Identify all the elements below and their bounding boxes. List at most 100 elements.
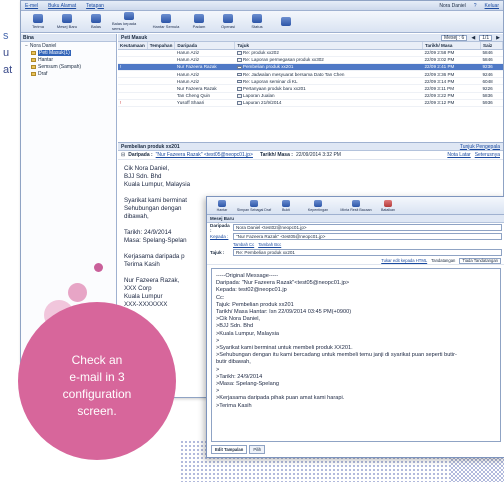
col-reservation[interactable]: Tempahan <box>147 42 176 50</box>
next-page-icon[interactable]: ▶ <box>496 35 500 41</box>
compose-body-line: >Masa: Spelang-Spelang <box>216 381 279 388</box>
compose-body-line: -----Original Message----- <box>216 273 279 279</box>
reservation-cell <box>147 56 175 64</box>
reply-all-button[interactable]: Balas kepada semua <box>112 12 146 31</box>
size-cell: 9226 <box>480 84 503 93</box>
subject-cell: Lapuran 21/9/2014 <box>234 99 423 108</box>
priority-cell: ! <box>118 63 148 72</box>
new-message-button[interactable]: Mesej Baru <box>54 12 80 31</box>
folder-icon <box>31 50 36 55</box>
col-size[interactable]: Saiz <box>480 42 503 50</box>
compose-toolbar: Hantar Simpan Sebagai Draf Bukti Kepenti… <box>207 197 504 215</box>
user-name: Nora Daniel <box>439 2 466 9</box>
compose-icon <box>62 14 72 23</box>
col-subject[interactable]: Tajuk <box>234 42 423 50</box>
minus-icon: − <box>25 42 28 49</box>
nav-settings[interactable]: Tetapan <box>86 3 104 9</box>
tab-preview[interactable]: Pilih <box>249 445 266 454</box>
sidebar-item-drafts[interactable]: Draf <box>21 70 116 77</box>
compose-to-row: Kepada : "Nur Fazeera Razak" <test05@neo… <box>207 232 504 241</box>
save-draft-button[interactable]: Simpan Sebagai Draf <box>236 198 272 214</box>
forward-button[interactable]: Hantar Semula <box>149 12 183 31</box>
search-button[interactable] <box>273 12 299 31</box>
table-row[interactable]: Harun Aziz Re: Laporan seminar di KL 22/09… <box>118 77 503 86</box>
compose-body-textarea[interactable]: -----Original Message----- Daripada: "Nur… <box>211 268 501 442</box>
col-date[interactable]: Tarikh/ Masa <box>422 42 481 50</box>
table-row[interactable]: Tan Cheng Quin Laporan Jualan 22/09 3:22 P… <box>118 92 503 100</box>
inbox-header: Peti Masuk Mesej : 6 ◀ 1/1 ▶ <box>118 34 503 42</box>
envelope-icon <box>236 101 242 105</box>
compose-body-line: Cc: <box>216 294 225 301</box>
logout-link[interactable]: Keluar <box>485 3 499 9</box>
view-select[interactable]: Mesej : 6 <box>441 34 468 41</box>
account-root[interactable]: − Nora Daniel <box>21 42 116 49</box>
show-header-link[interactable]: Tunjuk Pengepala <box>460 144 500 150</box>
next-message-link[interactable]: Seterusnya <box>475 152 500 158</box>
add-bcc-link[interactable]: Tambah Bcc <box>258 242 281 247</box>
status-button[interactable]: Status <box>244 12 270 31</box>
delete-button[interactable]: Padam <box>186 12 212 31</box>
table-row[interactable]: Nur Fazeera Razak Pertanyaan produk baru … <box>118 84 503 93</box>
prev-page-icon[interactable]: ◀ <box>471 35 475 41</box>
page-select[interactable]: 1/1 <box>479 34 493 41</box>
priority-button[interactable]: Kepentingan <box>300 198 336 214</box>
subject-cell: Re: Laporan permegasan produk xx302 <box>234 56 423 64</box>
operation-button[interactable]: Operasi <box>215 12 241 31</box>
priority-icon <box>314 199 322 207</box>
nav-address-book[interactable]: Buku Alamat <box>48 3 76 9</box>
subject-cell: Re: Jadwalan mesyuarat bersama Dato Tan … <box>234 70 423 79</box>
sidebar-item-inbox[interactable]: Peti Masuk(1) <box>21 49 116 56</box>
compose-to-label[interactable]: Kepada : <box>210 234 230 239</box>
folder-header: Bina <box>21 34 116 42</box>
col-priority[interactable]: Keutamaan <box>118 42 148 50</box>
table-row[interactable]: Harun Aziz Re: produk xx202 22/09 2:58 PM 5… <box>118 49 503 57</box>
receipt-icon <box>352 199 360 207</box>
nav-email[interactable]: E-mel <box>25 3 38 9</box>
reply-icon <box>91 14 101 23</box>
add-cc-link[interactable]: Tambah Cc <box>233 242 254 247</box>
compose-subject-label: Tajuk : <box>210 250 225 255</box>
sidebar-item-trash[interactable]: Semsum (Sampah) <box>21 63 116 70</box>
tab-edit[interactable]: Edit Tampalan <box>211 445 248 454</box>
from-address-link[interactable]: "Nur Fazeera Razak" <test05@neopc01.jp> <box>156 152 253 158</box>
date-cell: 22/09 3:02 PM <box>422 56 481 64</box>
delete-icon <box>194 14 204 23</box>
subject-cell: Re: Laporan seminar di KL <box>234 77 423 86</box>
compose-to-field[interactable]: "Nur Fazeera Razak" <test05@neopc01.jp> <box>233 233 502 240</box>
trash-icon <box>31 64 36 69</box>
compose-body-line: Daripada: "Nur Fazeera Razak"<test05@neo… <box>216 280 350 287</box>
prev-message-link[interactable]: Nota Latar <box>447 152 470 158</box>
date-value: 22/09/2014 3:32 PM <box>295 152 341 158</box>
compose-body-line: Tarikh/ Masa Hantar: Isn 22/09/2014 03:4… <box>216 309 352 316</box>
size-cell: 5846 <box>480 56 503 64</box>
compose-subject-field[interactable]: Re: Pembelian produk xx201 <box>233 249 502 256</box>
priority-cell: ! <box>118 99 148 108</box>
expand-icon[interactable]: ⊟ <box>121 152 125 158</box>
table-row[interactable]: ! Nur Fazeera Razak Pembelian produk xx201… <box>118 63 503 72</box>
table-row[interactable]: Harun Aziz Re: Jadwalan mesyuarat bersama… <box>118 70 503 79</box>
table-row[interactable]: Harun Aziz Re: Laporan permegasan produk … <box>118 56 503 64</box>
cancel-button[interactable]: Batalkan <box>376 198 400 214</box>
signature-select[interactable]: Tiada Tandatangan <box>459 257 501 264</box>
preview-line: Cik Nora Daniel, <box>124 165 170 172</box>
date-cell: 22/09 3:11 PM <box>422 84 481 93</box>
inbox-title: Peti Masuk <box>121 34 148 41</box>
compose-body-line: > <box>216 388 220 395</box>
read-receipt-button[interactable]: Minta Resit Bacaan <box>338 198 374 214</box>
from-cell: Harun Aziz <box>174 56 235 64</box>
table-row[interactable]: ! Yusoff Shaari Lapuran 21/9/2014 22/09 3:1… <box>118 99 503 108</box>
help-icon[interactable]: ? <box>474 3 477 9</box>
receive-button[interactable]: Terima <box>25 12 51 31</box>
folder-header-label: Bina <box>23 34 34 41</box>
reply-button[interactable]: Balas <box>83 12 109 31</box>
send-button[interactable]: Hantar <box>210 198 234 214</box>
from-cell: Yusoff Shaari <box>174 99 235 108</box>
sidebar-item-sent[interactable]: Hantar <box>21 56 116 63</box>
compose-subject-row: Tajuk : Re: Pembelian produk xx201 <box>207 248 504 257</box>
attach-button[interactable]: Bukti <box>274 198 298 214</box>
envelope-icon <box>236 94 242 98</box>
html-edit-link[interactable]: Tukar edit kepada HTML <box>381 258 427 263</box>
col-from[interactable]: Daripada <box>174 42 236 50</box>
bubble-decoration <box>68 283 87 302</box>
compose-from-select[interactable]: Nora Daniel <test02@neopc01.jp> <box>233 224 502 231</box>
